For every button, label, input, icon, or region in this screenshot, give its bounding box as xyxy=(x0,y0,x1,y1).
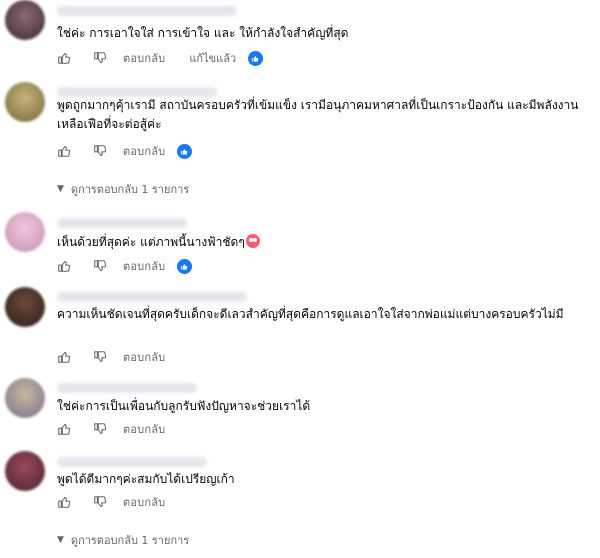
comment-actions: ตอบกลับ xyxy=(55,491,165,513)
view-replies-link[interactable]: ▼ ดูการตอบกลับ 1 รายการ xyxy=(57,531,189,549)
chevron-down-icon: ▼ xyxy=(57,184,64,194)
comment-actions: ตอบกลับ แก้ไขแล้ว xyxy=(55,47,264,69)
commenter-name[interactable] xyxy=(57,218,187,228)
avatar[interactable] xyxy=(5,0,45,40)
comment-actions: ตอบกลับ xyxy=(55,140,193,162)
thumbs-down-icon[interactable] xyxy=(91,493,109,511)
view-replies-link[interactable]: ▼ ดูการตอบกลับ 1 รายการ xyxy=(57,180,189,198)
reply-button[interactable]: ตอบกลับ xyxy=(123,49,165,67)
view-replies-label: ดูการตอบกลับ 1 รายการ xyxy=(70,183,190,196)
avatar[interactable] xyxy=(5,451,45,491)
avatar[interactable] xyxy=(5,212,45,252)
thumbs-up-icon[interactable] xyxy=(55,493,73,511)
comment-text: ใช่ค่ะ การเอาใจใส่ การเข้าใจ และ ให้กำลั… xyxy=(57,26,349,40)
commenter-name[interactable] xyxy=(57,383,197,393)
comment-actions: ตอบกลับ xyxy=(55,418,165,440)
comment-text: พูดได้ดีมากๆค่ะสมกับได้เปรียญเก้า xyxy=(57,472,235,486)
comment-actions: ตอบกลับ xyxy=(55,255,193,277)
commenter-name[interactable] xyxy=(57,292,247,302)
comment-actions: ตอบกลับ xyxy=(55,346,165,368)
blue-like-reaction-icon[interactable] xyxy=(248,50,264,66)
commenter-name[interactable] xyxy=(57,457,207,467)
thumbs-up-icon[interactable] xyxy=(55,348,73,366)
thumbs-up-icon[interactable] xyxy=(55,257,73,275)
thumbs-down-icon[interactable] xyxy=(91,420,109,438)
comment-text: เห็นด้วยที่สุดค่ะ แต่ภาพนี้นางฟ้าชัดๆ xyxy=(57,233,587,252)
reply-button[interactable]: ตอบกลับ xyxy=(123,420,165,438)
reply-button[interactable]: ตอบกลับ xyxy=(123,142,165,160)
blue-like-reaction-icon[interactable] xyxy=(177,258,193,274)
edited-label: แก้ไขแล้ว xyxy=(189,52,237,65)
heart-eyes-emoji-icon xyxy=(245,234,260,248)
comment-text: ใช่ค่ะการเป็นเพื่อนกับลูกรับฟังปัญหาจะช่… xyxy=(57,399,311,413)
comment-text: พูดถูกมากๆคุ้าเรามี สถาบันครอบครัวที่เข้… xyxy=(57,98,579,131)
avatar[interactable] xyxy=(5,287,45,327)
thumbs-down-icon[interactable] xyxy=(91,257,109,275)
thumbs-down-icon[interactable] xyxy=(91,348,109,366)
blue-like-reaction-icon[interactable] xyxy=(177,143,193,159)
thumbs-up-icon[interactable] xyxy=(55,49,73,67)
reply-button[interactable]: ตอบกลับ xyxy=(123,348,165,366)
thumbs-up-icon[interactable] xyxy=(55,142,73,160)
reply-button[interactable]: ตอบกลับ xyxy=(123,493,165,511)
thumbs-up-icon[interactable] xyxy=(55,420,73,438)
comment-text-content: เห็นด้วยที่สุดค่ะ แต่ภาพนี้นางฟ้าชัดๆ xyxy=(57,235,245,249)
thumbs-down-icon[interactable] xyxy=(91,49,109,67)
avatar[interactable] xyxy=(5,82,45,122)
comment-text: ความเห็นชัดเจนที่สุดครับเด็กจะดีเลวสำคัญ… xyxy=(57,307,564,321)
reply-button[interactable]: ตอบกลับ xyxy=(123,257,165,275)
commenter-name[interactable] xyxy=(57,6,237,16)
thumbs-down-icon[interactable] xyxy=(91,142,109,160)
avatar[interactable] xyxy=(5,378,45,418)
chevron-down-icon: ▼ xyxy=(57,535,64,545)
view-replies-label: ดูการตอบกลับ 1 รายการ xyxy=(70,534,190,547)
